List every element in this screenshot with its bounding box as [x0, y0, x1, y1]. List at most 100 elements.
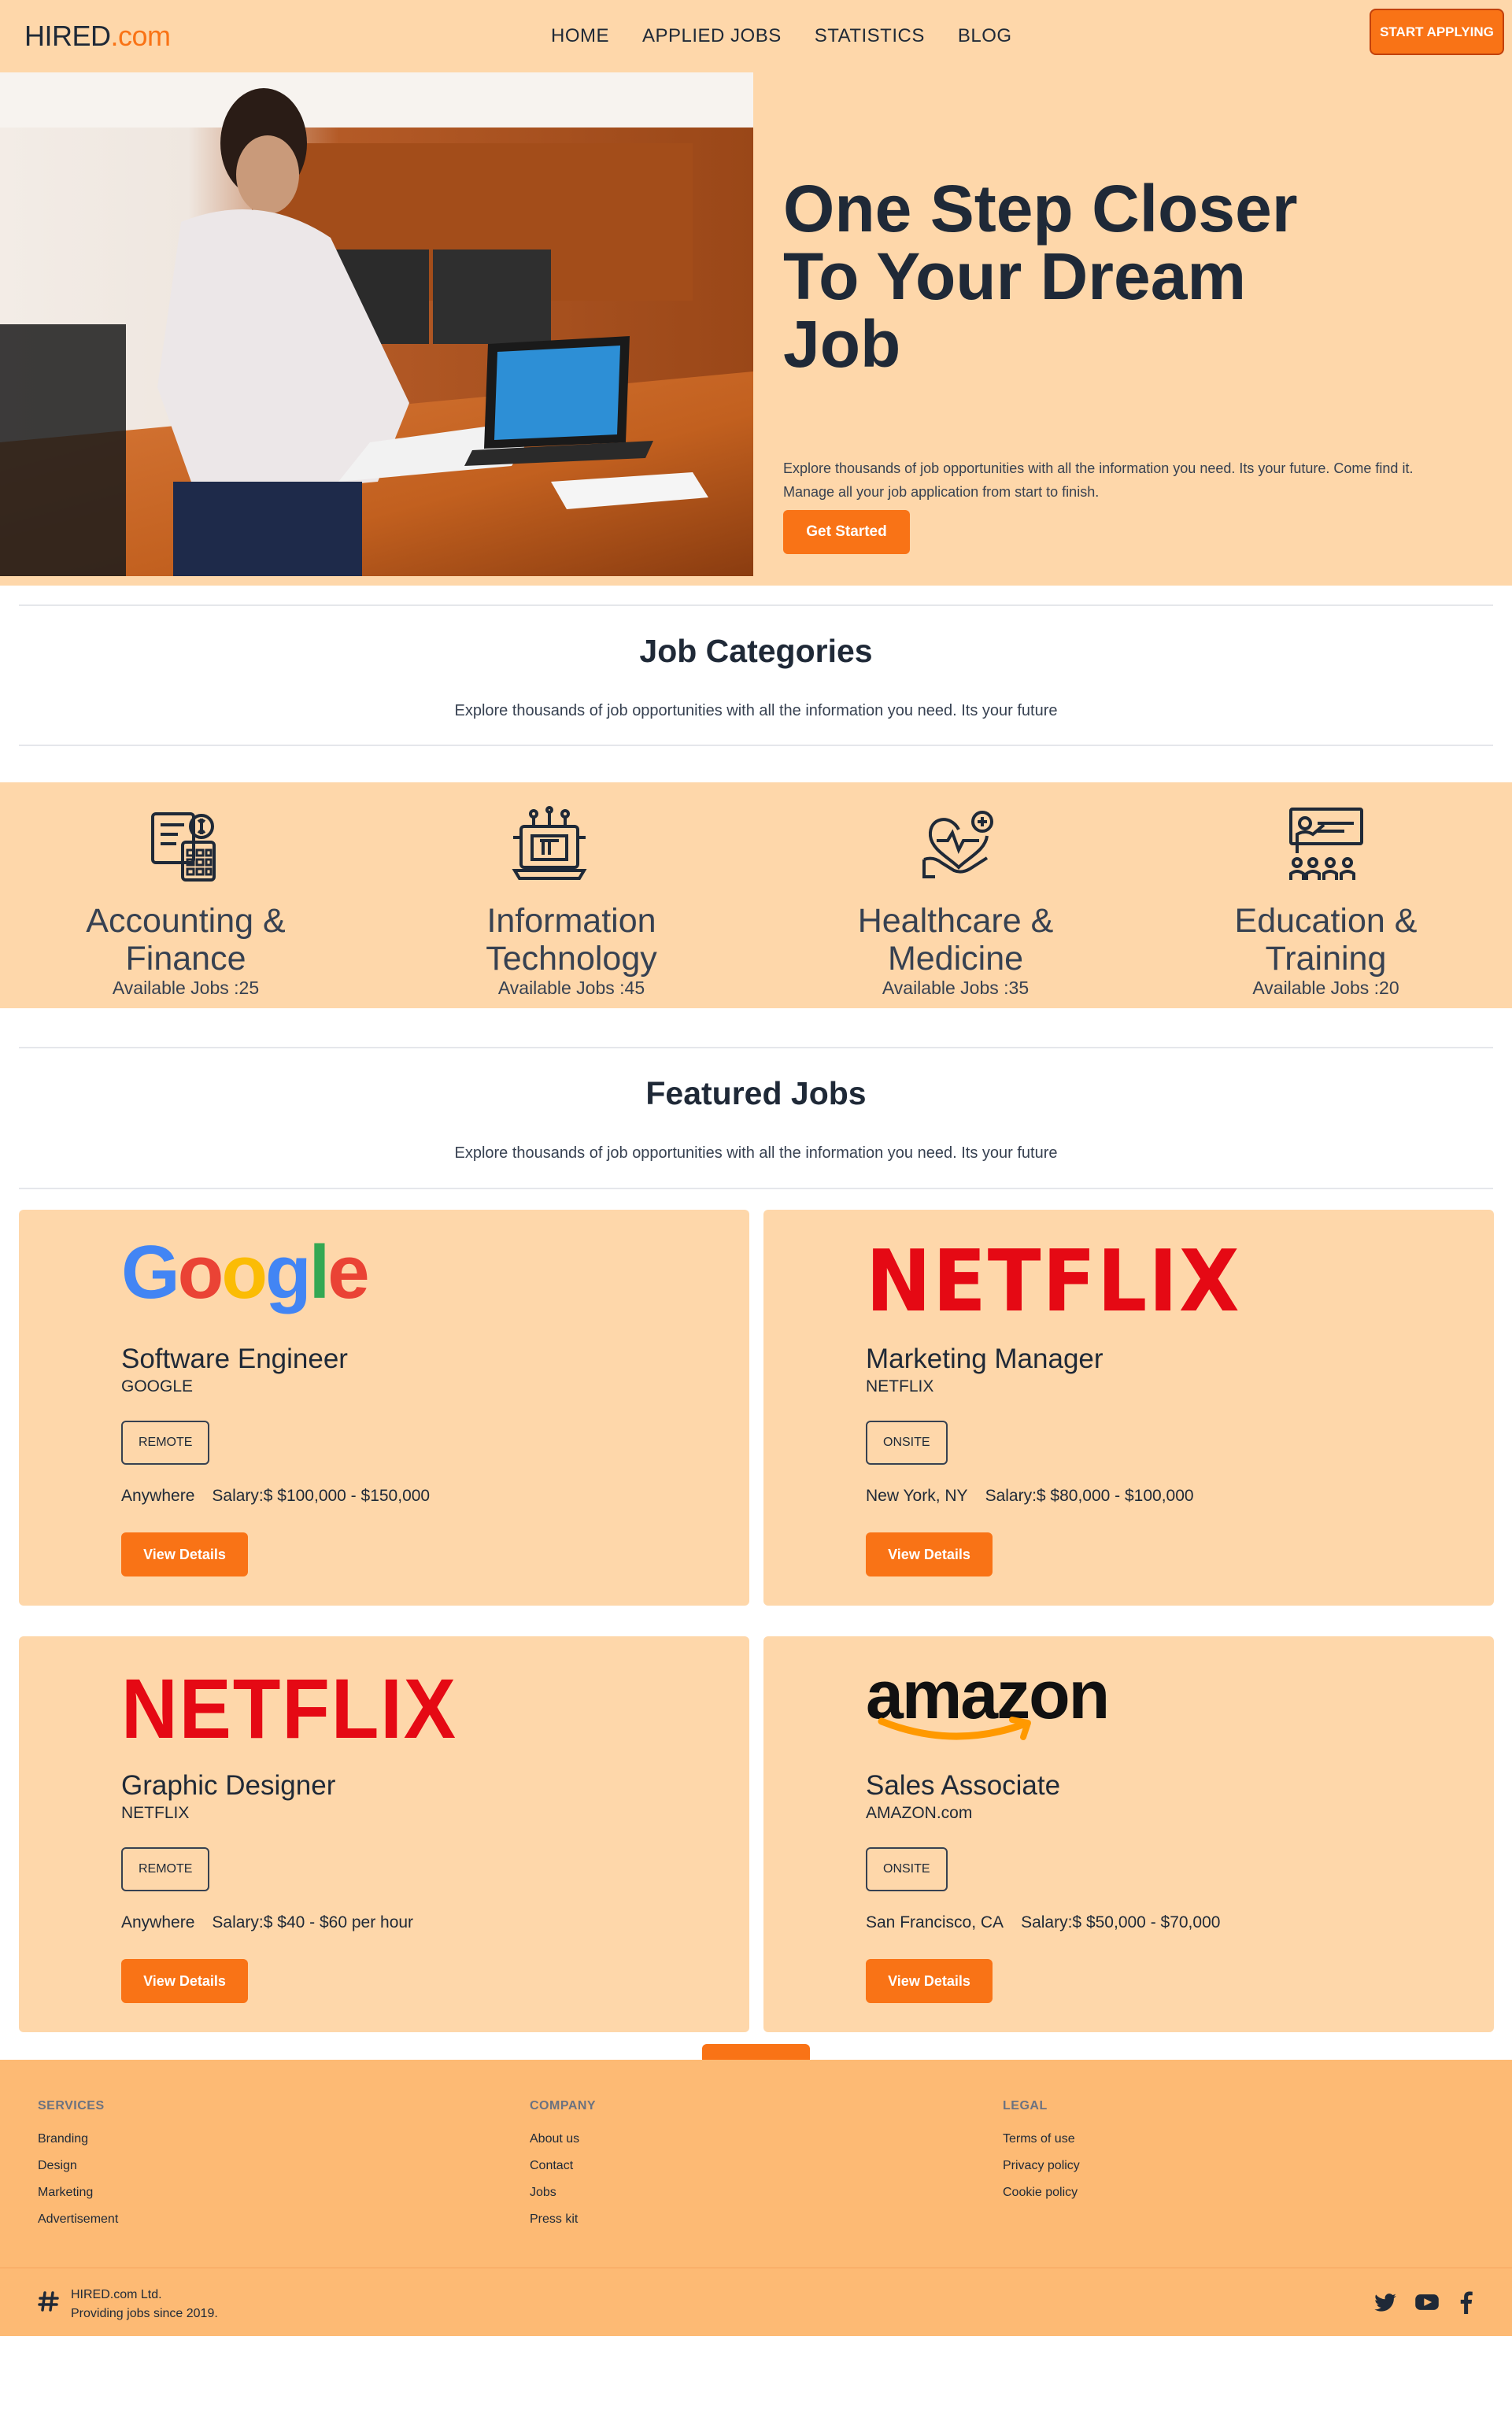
job-meta: Anywhere Salary:$ $100,000 - $150,000 — [121, 1487, 430, 1506]
netflix-logo: NETFLIX — [121, 1661, 457, 1756]
category-healthcare[interactable]: Healthcare & Medicine Available Jobs :35 — [771, 782, 1140, 1008]
job-location: New York, NY — [866, 1487, 968, 1505]
category-name: Healthcare & Medicine — [857, 902, 1054, 978]
featured-subtitle: Explore thousands of job opportunities w… — [454, 1144, 1058, 1162]
footer-link-marketing[interactable]: Marketing — [38, 2186, 118, 2200]
healthcare-heart-icon — [922, 811, 993, 878]
start-applying-button[interactable]: START APPLYING — [1370, 9, 1504, 55]
footer-link-contact[interactable]: Contact — [530, 2159, 596, 2173]
twitter-icon[interactable] — [1373, 2290, 1397, 2314]
it-laptop-icon — [512, 806, 587, 880]
view-details-button[interactable]: View Details — [121, 1532, 248, 1576]
job-card: Google Software Engineer GOOGLE REMOTE A… — [19, 1210, 749, 1606]
job-meta: New York, NY Salary:$ $80,000 - $100,000 — [866, 1487, 1194, 1506]
nav-applied-jobs[interactable]: APPLIED JOBS — [642, 25, 782, 47]
footer-link-terms[interactable]: Terms of use — [1003, 2132, 1080, 2146]
footer-bottom: HIRED.com Ltd. Providing jobs since 2019… — [0, 2268, 1512, 2336]
category-count: Available Jobs :35 — [882, 978, 1030, 998]
job-card: NETFLIX Marketing Manager NETFLIX ONSITE… — [763, 1210, 1494, 1606]
category-count: Available Jobs :45 — [497, 978, 645, 998]
divider-top — [19, 1047, 1493, 1048]
main-nav: HOME APPLIED JOBS STATISTICS BLOG — [551, 0, 1012, 72]
get-started-button[interactable]: Get Started — [783, 510, 910, 554]
facebook-icon[interactable] — [1457, 2290, 1474, 2314]
footer-legal: LEGAL Terms of use Privacy policy Cookie… — [1003, 2099, 1080, 2212]
amazon-logo: amazon — [866, 1660, 1110, 1740]
job-type-badge: ONSITE — [866, 1421, 948, 1465]
job-title: Software Engineer — [121, 1344, 348, 1374]
footer: SERVICES Branding Design Marketing Adver… — [0, 2060, 1512, 2336]
featured-jobs: Google Software Engineer GOOGLE REMOTE A… — [0, 1210, 1512, 2090]
hero-description-line-2: Manage all your job application from sta… — [783, 484, 1100, 500]
job-meta: San Francisco, CA Salary:$ $50,000 - $70,… — [866, 1913, 1220, 1932]
hero-title: One Step Closer To Your Dream Job — [783, 172, 1298, 381]
nav-home[interactable]: HOME — [551, 25, 609, 47]
youtube-icon[interactable] — [1414, 2290, 1440, 2314]
categories-row: Accounting & Finance Available Jobs :25 I… — [0, 782, 1512, 1008]
job-card: amazon Sales Associate AMAZON.com ONSITE… — [763, 1636, 1494, 2032]
job-location: Anywhere — [121, 1487, 195, 1505]
footer-services: SERVICES Branding Design Marketing Adver… — [38, 2099, 118, 2239]
job-company: NETFLIX — [121, 1804, 190, 1822]
google-logo: Google — [121, 1230, 370, 1314]
job-location: San Francisco, CA — [866, 1913, 1004, 1931]
footer-link-privacy[interactable]: Privacy policy — [1003, 2159, 1080, 2173]
footer-link-cookie[interactable]: Cookie policy — [1003, 2186, 1080, 2200]
hero-description: Explore thousands of job opportunities w… — [783, 456, 1492, 504]
social-links — [1373, 2290, 1474, 2314]
view-details-button[interactable]: View Details — [121, 1959, 248, 2003]
categories-subtitle: Explore thousands of job opportunities w… — [454, 702, 1058, 719]
job-salary: Salary:$ $100,000 - $150,000 — [212, 1487, 431, 1505]
job-location: Anywhere — [121, 1913, 195, 1931]
footer-company-name: HIRED.com Ltd. — [71, 2288, 162, 2301]
footer-link-advertisement[interactable]: Advertisement — [38, 2212, 118, 2227]
divider-bottom — [19, 1188, 1493, 1189]
job-meta: Anywhere Salary:$ $40 - $60 per hour — [121, 1913, 413, 1932]
hero-content: One Step Closer To Your Dream Job Explor… — [753, 72, 1512, 586]
amazon-smile-icon — [878, 1717, 1031, 1740]
footer-brand: HIRED.com Ltd. Providing jobs since 2019… — [38, 2286, 218, 2323]
category-name: Information Technology — [486, 902, 657, 978]
job-company: GOOGLE — [121, 1377, 194, 1395]
job-salary: Salary:$ $50,000 - $70,000 — [1021, 1913, 1221, 1931]
job-salary: Salary:$ $40 - $60 per hour — [212, 1913, 414, 1931]
footer-link-about[interactable]: About us — [530, 2132, 596, 2146]
hero-description-line-1: Explore thousands of job opportunities w… — [783, 460, 1414, 476]
footer-heading: LEGAL — [1003, 2099, 1048, 2112]
job-title: Graphic Designer — [121, 1770, 336, 1801]
footer-heading: COMPANY — [530, 2099, 597, 2112]
navbar: HIRED.com HOME APPLIED JOBS STATISTICS B… — [0, 0, 1512, 72]
brand-logo[interactable]: HIRED.com — [24, 20, 171, 53]
footer-company: COMPANY About us Contact Jobs Press kit — [530, 2099, 596, 2239]
view-details-button[interactable]: View Details — [866, 1959, 993, 2003]
footer-link-branding[interactable]: Branding — [38, 2132, 118, 2146]
nav-blog[interactable]: BLOG — [958, 25, 1012, 47]
category-count: Available Jobs :20 — [1252, 978, 1399, 998]
footer-link-design[interactable]: Design — [38, 2159, 118, 2173]
category-education[interactable]: Education & Training Available Jobs :20 — [1140, 782, 1512, 1008]
job-type-badge: REMOTE — [121, 1421, 210, 1465]
category-information-technology[interactable]: Information Technology Available Jobs :45 — [372, 782, 771, 1008]
nav-statistics[interactable]: STATISTICS — [815, 25, 925, 47]
job-title: Sales Associate — [866, 1770, 1061, 1801]
job-company: NETFLIX — [866, 1377, 934, 1395]
category-name: Accounting & Finance — [86, 902, 286, 978]
office-photo-illustration — [0, 72, 753, 576]
job-company: AMAZON.com — [866, 1804, 973, 1822]
category-accounting[interactable]: Accounting & Finance Available Jobs :25 — [0, 782, 372, 1008]
divider-top — [19, 604, 1493, 606]
categories-title: Job Categories — [639, 633, 873, 669]
brand-suffix: .com — [110, 20, 172, 52]
footer-brand-text: HIRED.com Ltd. Providing jobs since 2019… — [71, 2286, 218, 2323]
job-type-badge: REMOTE — [121, 1847, 210, 1891]
footer-link-jobs[interactable]: Jobs — [530, 2186, 596, 2200]
category-name: Education & Training — [1234, 902, 1418, 978]
category-count: Available Jobs :25 — [112, 978, 260, 998]
job-salary: Salary:$ $80,000 - $100,000 — [985, 1487, 1194, 1505]
footer-link-press-kit[interactable]: Press kit — [530, 2212, 596, 2227]
view-details-button[interactable]: View Details — [866, 1532, 993, 1576]
education-presentation-icon — [1289, 808, 1363, 880]
footer-tagline: Providing jobs since 2019. — [71, 2307, 218, 2320]
divider-bottom — [19, 745, 1493, 746]
hero-section: One Step Closer To Your Dream Job Explor… — [0, 72, 1512, 586]
